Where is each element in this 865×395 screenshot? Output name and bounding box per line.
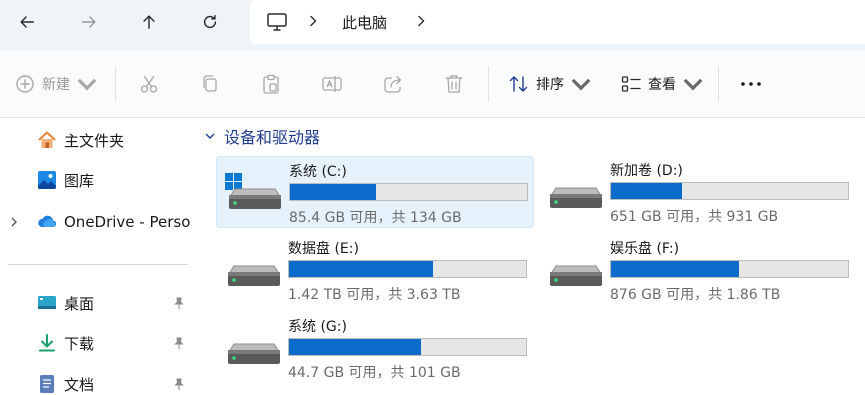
address-field[interactable]: 此电脑 [250,0,865,44]
arrow-up-icon [143,15,155,30]
arrow-left-icon [20,16,35,28]
share-button[interactable] [382,70,404,98]
drive-usage-fill [611,183,683,199]
sidebar-item-home[interactable]: 主文件夹 [0,122,196,158]
chevron-down-icon [683,78,703,91]
share-icon [384,75,402,93]
hard-drive-icon [550,265,602,286]
rename-icon [322,76,342,92]
delete-button[interactable] [443,70,465,98]
sidebar-item-onedrive[interactable]: OneDrive - Perso [0,204,196,240]
drive-space-info: 651 GB 可用，共 931 GB [610,209,779,225]
sidebar-item-label: 图库 [64,171,95,190]
view-button[interactable]: 查看 [620,70,704,98]
view-label: 查看 [648,77,676,93]
chevron-down-icon [77,78,97,91]
hard-drive-icon [225,173,281,209]
cut-icon [140,75,158,93]
home-icon [38,131,56,148]
sidebar-item-downloads[interactable]: 下载 [0,325,196,361]
sidebar-item-desktop[interactable]: 桌面 [0,285,196,321]
drive-usage-bar [289,183,528,201]
drive-space-info: 1.42 TB 可用，共 3.63 TB [288,287,461,303]
up-button[interactable] [132,6,166,38]
hard-drive-icon [550,187,602,208]
copy-button[interactable] [199,70,221,98]
more-button[interactable] [738,70,764,98]
drive-usage-bar [288,260,527,278]
drive-name: 娱乐盘 (F:) [610,241,680,257]
delete-icon [445,75,463,93]
chevron-down-icon [205,133,215,139]
drive-space-info: 85.4 GB 可用，共 134 GB [289,210,462,226]
drive-item[interactable]: 系统 (G:) 44.7 GB 可用，共 101 GB [216,312,534,384]
drive-usage-fill [611,261,739,277]
group-header-devices[interactable]: 设备和驱动器 [204,124,320,148]
new-label: 新建 [42,77,70,93]
computer-icon [267,13,287,31]
pin-icon[interactable] [172,296,186,310]
plus-circle-icon [16,75,34,93]
paste-icon [263,74,279,94]
cut-button[interactable] [138,70,160,98]
drive-item[interactable]: 新加卷 (D:) 651 GB 可用，共 931 GB [538,156,856,228]
sort-icon [509,76,528,92]
sidebar-item-documents[interactable]: 文档 [0,366,196,395]
drive-item[interactable]: 娱乐盘 (F:) 876 GB 可用，共 1.86 TB [538,234,856,306]
sidebar-divider [8,264,188,265]
back-button[interactable] [10,6,44,38]
chevron-down-icon [571,78,591,91]
forward-button[interactable] [72,6,106,38]
onedrive-icon [38,215,57,227]
drive-usage-fill [290,184,377,200]
drive-name: 新加卷 (D:) [610,163,683,179]
command-bar: 新建 排序 查看 [0,50,865,118]
breadcrumb-chevron-icon[interactable] [414,11,428,31]
drive-space-info: 44.7 GB 可用，共 101 GB [288,365,461,381]
copy-icon [203,75,217,92]
refresh-icon [203,14,217,29]
download-icon [39,334,55,352]
drive-name: 系统 (G:) [288,319,347,335]
documents-icon [40,375,54,393]
drive-usage-bar [288,338,527,356]
drive-usage-fill [289,261,434,277]
drive-item[interactable]: 数据盘 (E:) 1.42 TB 可用，共 3.63 TB [216,234,534,306]
hard-drive-icon [228,343,280,364]
breadcrumb-chevron-icon[interactable] [306,11,320,31]
navigation-pane: 主文件夹 图库 OneDrive - Perso 桌面 下载 文档 [0,118,196,395]
drive-usage-bar [610,182,849,200]
more-icon [741,82,761,86]
paste-button[interactable] [260,70,282,98]
rename-button[interactable] [321,70,343,98]
sidebar-item-gallery[interactable]: 图库 [0,162,196,198]
sort-label: 排序 [536,77,564,93]
pin-icon[interactable] [172,336,186,350]
refresh-button[interactable] [193,6,227,38]
chevron-right-icon[interactable] [9,216,19,228]
sort-button[interactable]: 排序 [508,70,592,98]
view-icon [621,76,641,92]
hard-drive-icon [228,265,280,286]
sidebar-item-label: 主文件夹 [64,131,125,150]
breadcrumb-this-pc[interactable]: 此电脑 [342,12,387,33]
drive-item[interactable]: 系统 (C:) 85.4 GB 可用，共 134 GB [216,156,534,228]
arrow-right-icon [81,16,96,28]
group-title: 设备和驱动器 [224,128,321,147]
pin-icon[interactable] [172,377,186,391]
address-bar: 此电脑 [0,0,865,50]
desktop-icon [38,296,56,309]
drive-usage-fill [289,339,421,355]
new-button[interactable]: 新建 [14,70,98,98]
gallery-icon [38,171,56,189]
drive-usage-bar [610,260,849,278]
drive-space-info: 876 GB 可用，共 1.86 TB [610,287,781,303]
drive-name: 系统 (C:) [289,164,347,180]
sidebar-item-label: OneDrive - Perso [64,213,191,231]
drive-name: 数据盘 (E:) [288,241,359,257]
